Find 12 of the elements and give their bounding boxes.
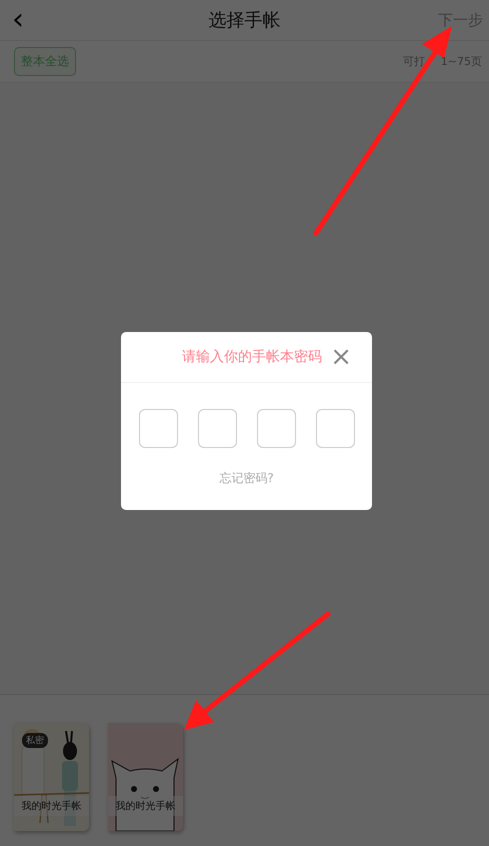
notebook-cover[interactable]: 我的时光手帐 [108, 723, 183, 831]
notebook-cover[interactable]: 私密 我的时光手帐 [14, 723, 89, 831]
password-digit-field[interactable] [256, 409, 296, 448]
page-title: 选择手帐 [208, 9, 280, 32]
private-badge: 私密 [22, 733, 48, 748]
password-digit-field[interactable] [138, 409, 178, 448]
forgot-password-link[interactable]: 忘记密码? [219, 470, 274, 487]
password-digit-field[interactable] [316, 409, 354, 448]
dialog-title: 请输入你的手帐本密码 [182, 348, 322, 366]
password-digit-field[interactable] [198, 409, 236, 448]
close-button[interactable]: × [330, 344, 352, 370]
back-button[interactable]: ‹ [12, 5, 24, 35]
